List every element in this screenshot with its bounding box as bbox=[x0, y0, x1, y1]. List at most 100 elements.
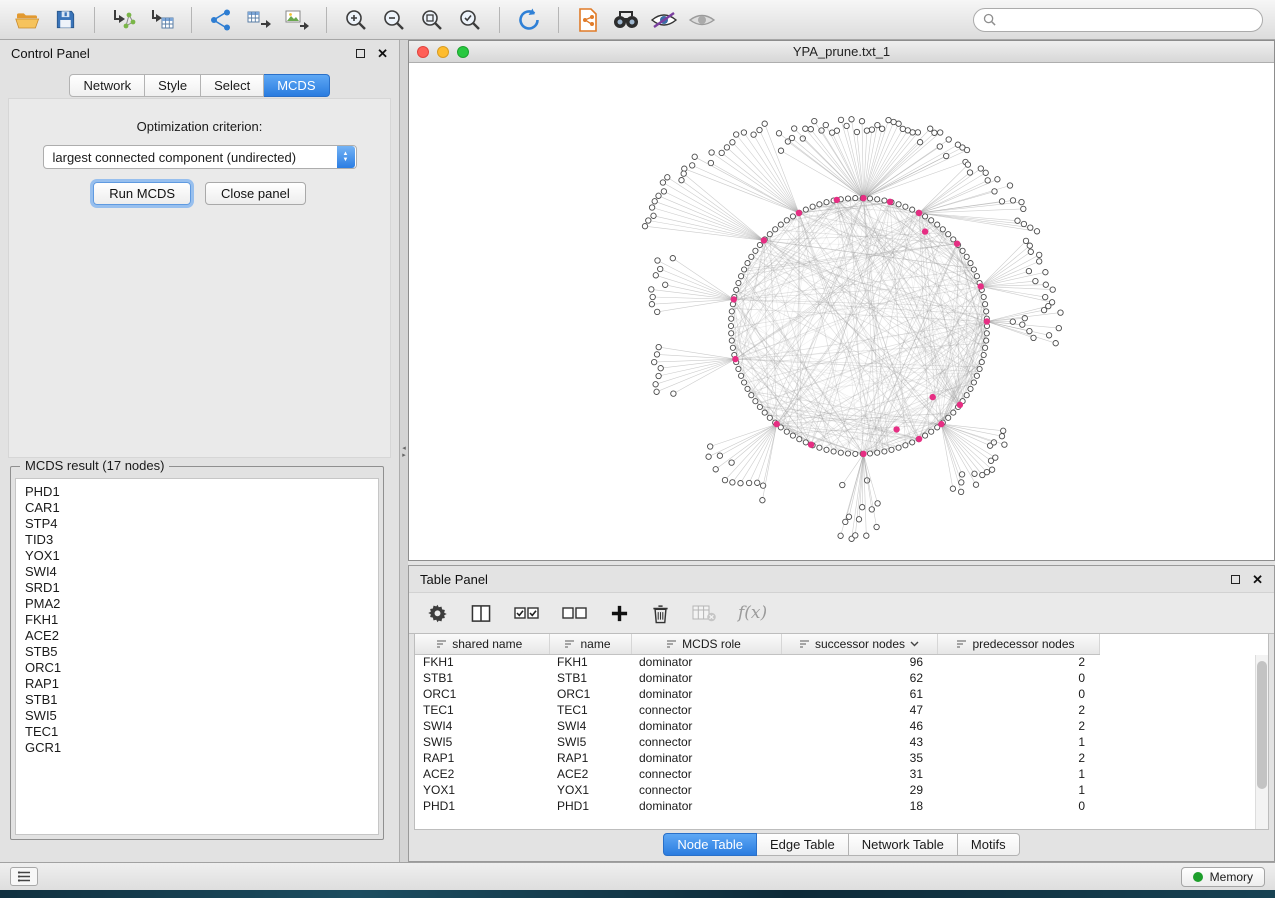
dropdown-stepper-icon[interactable]: ▲▼ bbox=[337, 146, 355, 168]
zoom-selected-icon[interactable] bbox=[455, 5, 485, 35]
float-table-panel-icon[interactable] bbox=[1231, 575, 1240, 584]
import-network-icon[interactable] bbox=[109, 5, 139, 35]
cell-predecessors[interactable]: 1 bbox=[937, 766, 1099, 782]
table-row[interactable]: TEC1TEC1connector472 bbox=[415, 702, 1099, 718]
result-node[interactable]: ORC1 bbox=[25, 660, 369, 676]
cell-predecessors[interactable]: 2 bbox=[937, 702, 1099, 718]
cell-shared_name[interactable]: STB1 bbox=[415, 670, 549, 686]
cell-successors[interactable]: 43 bbox=[781, 734, 937, 750]
cell-role[interactable]: dominator bbox=[631, 654, 781, 670]
result-node[interactable]: RAP1 bbox=[25, 676, 369, 692]
result-node[interactable]: FKH1 bbox=[25, 612, 369, 628]
close-panel-icon[interactable]: ✕ bbox=[377, 49, 388, 58]
table-scrollbar-thumb[interactable] bbox=[1257, 661, 1267, 789]
result-node[interactable]: TID3 bbox=[25, 532, 369, 548]
column-header-MCDS-role[interactable]: MCDS role bbox=[631, 634, 781, 654]
result-node[interactable]: GCR1 bbox=[25, 740, 369, 756]
add-column-icon[interactable] bbox=[610, 604, 629, 623]
save-icon[interactable] bbox=[50, 5, 80, 35]
result-node[interactable]: STB1 bbox=[25, 692, 369, 708]
column-header-predecessor-nodes[interactable]: predecessor nodes bbox=[937, 634, 1099, 654]
column-header-successor-nodes[interactable]: successor nodes bbox=[781, 634, 937, 654]
close-panel-button[interactable]: Close panel bbox=[205, 182, 306, 205]
cell-shared_name[interactable]: TEC1 bbox=[415, 702, 549, 718]
cell-shared_name[interactable]: SWI4 bbox=[415, 718, 549, 734]
table-row[interactable]: RAP1RAP1dominator352 bbox=[415, 750, 1099, 766]
window-zoom-icon[interactable] bbox=[457, 46, 469, 58]
cell-shared_name[interactable]: ORC1 bbox=[415, 686, 549, 702]
cell-shared_name[interactable]: YOX1 bbox=[415, 782, 549, 798]
cell-successors[interactable]: 35 bbox=[781, 750, 937, 766]
export-table-icon[interactable] bbox=[244, 5, 274, 35]
cell-name[interactable]: RAP1 bbox=[549, 750, 631, 766]
cell-successors[interactable]: 62 bbox=[781, 670, 937, 686]
panel-splitter[interactable]: ◂▸ bbox=[400, 40, 408, 862]
result-node[interactable]: SWI5 bbox=[25, 708, 369, 724]
cell-predecessors[interactable]: 1 bbox=[937, 782, 1099, 798]
cell-predecessors[interactable]: 2 bbox=[937, 654, 1099, 670]
select-all-icon[interactable] bbox=[514, 604, 540, 622]
table-scrollbar[interactable] bbox=[1255, 655, 1268, 829]
result-node[interactable]: ACE2 bbox=[25, 628, 369, 644]
table-row[interactable]: SWI4SWI4dominator462 bbox=[415, 718, 1099, 734]
memory-button[interactable]: Memory bbox=[1181, 867, 1265, 887]
tab-network-table[interactable]: Network Table bbox=[849, 833, 958, 856]
cell-predecessors[interactable]: 2 bbox=[937, 750, 1099, 766]
cell-successors[interactable]: 18 bbox=[781, 798, 937, 814]
cell-name[interactable]: SWI4 bbox=[549, 718, 631, 734]
column-header-name[interactable]: name bbox=[549, 634, 631, 654]
tab-mcds[interactable]: MCDS bbox=[264, 74, 329, 97]
cell-role[interactable]: dominator bbox=[631, 686, 781, 702]
network-canvas-svg[interactable] bbox=[409, 63, 1274, 560]
cell-shared_name[interactable]: SWI5 bbox=[415, 734, 549, 750]
cell-predecessors[interactable]: 1 bbox=[937, 734, 1099, 750]
search-network-icon[interactable] bbox=[611, 5, 641, 35]
cell-name[interactable]: PHD1 bbox=[549, 798, 631, 814]
cell-shared_name[interactable]: FKH1 bbox=[415, 654, 549, 670]
table-row[interactable]: STB1STB1dominator620 bbox=[415, 670, 1099, 686]
tab-select[interactable]: Select bbox=[201, 74, 264, 97]
result-node[interactable]: PMA2 bbox=[25, 596, 369, 612]
cell-name[interactable]: FKH1 bbox=[549, 654, 631, 670]
table-row[interactable]: SWI5SWI5connector431 bbox=[415, 734, 1099, 750]
float-panel-icon[interactable] bbox=[356, 49, 365, 58]
gear-icon[interactable] bbox=[427, 603, 448, 624]
tab-edge-table[interactable]: Edge Table bbox=[757, 833, 849, 856]
cell-role[interactable]: connector bbox=[631, 766, 781, 782]
table-row[interactable]: PHD1PHD1dominator180 bbox=[415, 798, 1099, 814]
zoom-out-icon[interactable] bbox=[379, 5, 409, 35]
result-node[interactable]: PHD1 bbox=[25, 484, 369, 500]
function-builder-icon[interactable]: f(x) bbox=[738, 603, 767, 623]
result-node[interactable]: TEC1 bbox=[25, 724, 369, 740]
cell-role[interactable]: dominator bbox=[631, 670, 781, 686]
cell-predecessors[interactable]: 0 bbox=[937, 798, 1099, 814]
cell-successors[interactable]: 61 bbox=[781, 686, 937, 702]
result-node[interactable]: YOX1 bbox=[25, 548, 369, 564]
cell-name[interactable]: YOX1 bbox=[549, 782, 631, 798]
network-document-icon[interactable] bbox=[573, 5, 603, 35]
refresh-icon[interactable] bbox=[514, 5, 544, 35]
table-row[interactable]: YOX1YOX1connector291 bbox=[415, 782, 1099, 798]
cell-predecessors[interactable]: 2 bbox=[937, 718, 1099, 734]
cell-role[interactable]: dominator bbox=[631, 718, 781, 734]
deselect-all-icon[interactable] bbox=[562, 604, 588, 622]
cell-name[interactable]: SWI5 bbox=[549, 734, 631, 750]
open-folder-icon[interactable] bbox=[12, 5, 42, 35]
search-box[interactable] bbox=[973, 8, 1263, 32]
columns-icon[interactable] bbox=[470, 604, 492, 623]
delete-column-icon[interactable] bbox=[651, 603, 670, 624]
tab-motifs[interactable]: Motifs bbox=[958, 833, 1020, 856]
cell-role[interactable]: dominator bbox=[631, 750, 781, 766]
table-row[interactable]: ORC1ORC1dominator610 bbox=[415, 686, 1099, 702]
table-row[interactable]: ACE2ACE2connector311 bbox=[415, 766, 1099, 782]
import-table-icon[interactable] bbox=[147, 5, 177, 35]
result-node[interactable]: STP4 bbox=[25, 516, 369, 532]
cell-successors[interactable]: 46 bbox=[781, 718, 937, 734]
delete-table-icon[interactable] bbox=[692, 604, 716, 622]
cell-successors[interactable]: 31 bbox=[781, 766, 937, 782]
tab-style[interactable]: Style bbox=[145, 74, 201, 97]
result-node[interactable]: CAR1 bbox=[25, 500, 369, 516]
result-node[interactable]: STB5 bbox=[25, 644, 369, 660]
cell-role[interactable]: dominator bbox=[631, 798, 781, 814]
cell-role[interactable]: connector bbox=[631, 734, 781, 750]
